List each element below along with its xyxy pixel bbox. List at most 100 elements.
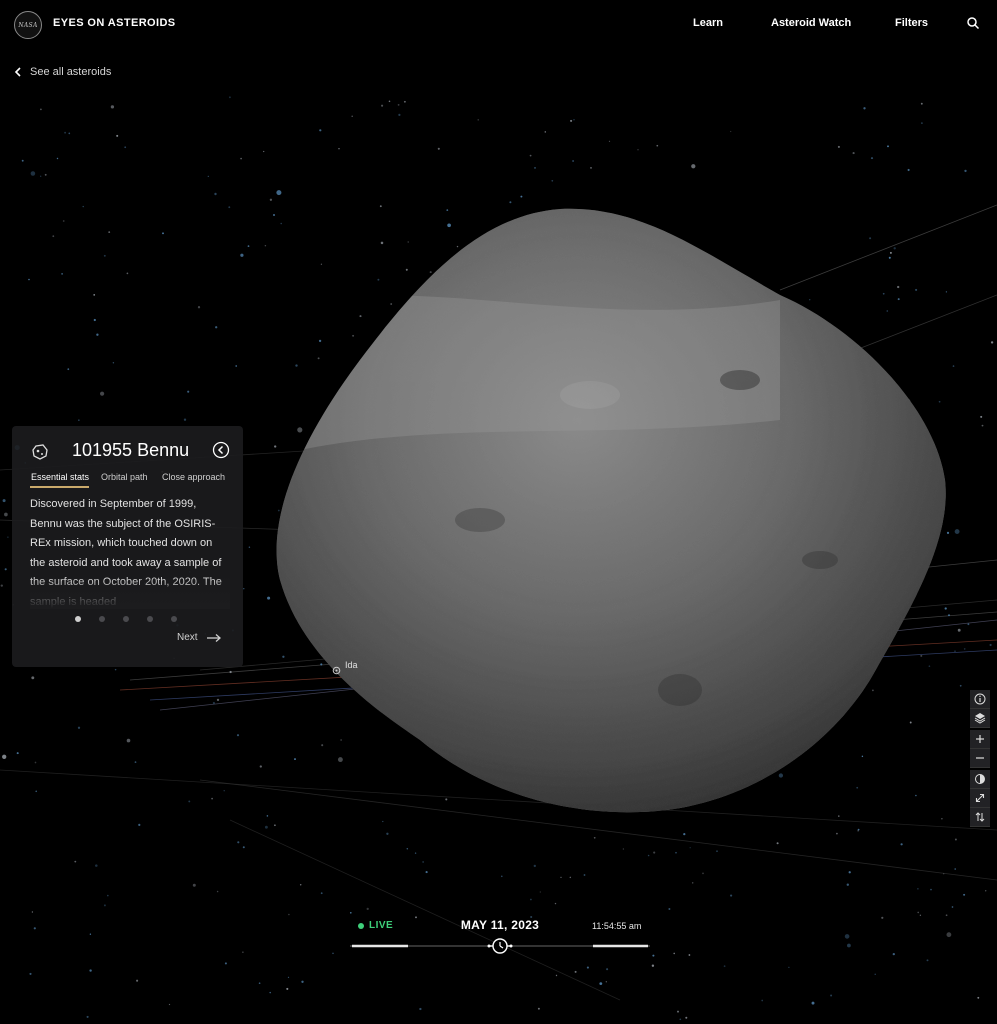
star xyxy=(272,213,276,217)
star xyxy=(668,908,671,910)
star xyxy=(207,175,209,178)
fullscreen-button[interactable] xyxy=(970,789,990,808)
current-date[interactable]: MAY 11, 2023 xyxy=(440,918,560,932)
star xyxy=(68,132,71,135)
star xyxy=(366,907,369,911)
nasa-logo[interactable]: NASA xyxy=(14,11,42,39)
star xyxy=(248,546,251,548)
star xyxy=(917,911,920,914)
pagination-dot[interactable] xyxy=(99,616,105,622)
star xyxy=(274,824,276,827)
nasa-logo-text: NASA xyxy=(18,21,38,29)
pagination-dot[interactable] xyxy=(75,616,81,622)
star xyxy=(788,966,790,968)
pagination-dot[interactable] xyxy=(171,616,177,622)
live-button[interactable]: LIVE xyxy=(358,920,393,931)
star xyxy=(162,232,164,235)
star xyxy=(114,668,117,671)
star xyxy=(86,1015,89,1018)
next-button[interactable]: Next xyxy=(177,632,222,643)
star xyxy=(544,131,547,133)
star xyxy=(337,757,343,763)
star xyxy=(103,254,106,257)
tab-close-approach[interactable]: Close approach xyxy=(162,472,225,482)
fullscreen-icon xyxy=(975,793,985,803)
star xyxy=(946,932,952,938)
star xyxy=(242,951,244,953)
star xyxy=(959,684,962,687)
star xyxy=(907,168,910,172)
description-scroll-area[interactable]: Discovered in September of 1999, Bennu w… xyxy=(30,495,230,609)
zoom-in-button[interactable] xyxy=(970,730,990,749)
star xyxy=(985,890,987,892)
star xyxy=(871,689,874,692)
ida-label[interactable]: Ida xyxy=(345,660,358,670)
star xyxy=(301,980,304,983)
star xyxy=(352,334,355,337)
app-title[interactable]: EYES ON ASTEROIDS xyxy=(53,17,176,29)
star xyxy=(852,152,855,155)
star xyxy=(846,883,849,886)
star xyxy=(187,390,190,393)
star xyxy=(869,237,872,240)
zoom-in-icon xyxy=(976,735,984,743)
chevron-left-circle-icon[interactable] xyxy=(212,441,230,459)
star xyxy=(96,333,99,336)
star xyxy=(892,952,895,956)
layers-button[interactable] xyxy=(970,709,990,728)
star xyxy=(61,272,64,275)
sort-button[interactable] xyxy=(970,808,990,827)
star xyxy=(477,119,479,121)
star xyxy=(954,838,957,841)
star xyxy=(954,650,956,653)
star xyxy=(590,166,592,169)
star xyxy=(299,884,302,886)
star xyxy=(811,1001,815,1005)
next-label: Next xyxy=(177,632,198,643)
star xyxy=(921,122,923,124)
star xyxy=(287,976,290,979)
pagination-dot[interactable] xyxy=(123,616,129,622)
star xyxy=(379,205,382,208)
star xyxy=(136,979,139,982)
star xyxy=(183,418,187,421)
star xyxy=(945,914,948,917)
star xyxy=(211,797,213,800)
star xyxy=(95,864,98,867)
star xyxy=(295,364,298,367)
ida-marker-icon[interactable] xyxy=(332,666,341,675)
current-time[interactable]: 11:54:55 am xyxy=(592,921,641,931)
star xyxy=(138,823,141,827)
star xyxy=(40,175,42,177)
star xyxy=(403,100,406,103)
info-button[interactable] xyxy=(970,690,990,709)
clock-icon[interactable] xyxy=(492,938,508,954)
asteroid-info-panel: 101955 Bennu Essential stats Orbital pat… xyxy=(12,426,243,667)
star xyxy=(89,969,92,972)
see-all-asteroids-link[interactable]: See all asteroids xyxy=(14,66,111,78)
asteroid-bennu[interactable] xyxy=(276,208,946,813)
star xyxy=(40,108,42,111)
star xyxy=(656,144,659,147)
time-rate-slider[interactable] xyxy=(350,936,650,956)
nav-filters[interactable]: Filters xyxy=(895,17,928,29)
star xyxy=(390,303,393,305)
star xyxy=(569,876,572,879)
star xyxy=(897,285,900,289)
star xyxy=(447,223,451,228)
star xyxy=(33,927,36,930)
nav-asteroid-watch[interactable]: Asteroid Watch xyxy=(771,17,851,29)
tab-essential-stats[interactable]: Essential stats xyxy=(31,472,89,482)
star xyxy=(406,848,409,850)
zoom-out-button[interactable] xyxy=(970,749,990,768)
tab-orbital-path[interactable]: Orbital path xyxy=(101,472,148,482)
star xyxy=(64,131,67,134)
star xyxy=(938,400,941,403)
nav-learn[interactable]: Learn xyxy=(693,17,723,29)
star xyxy=(216,890,219,893)
lighting-button[interactable] xyxy=(970,770,990,789)
star xyxy=(134,761,137,763)
pagination-dot[interactable] xyxy=(147,616,153,622)
search-icon[interactable] xyxy=(966,16,980,30)
star xyxy=(277,509,280,512)
